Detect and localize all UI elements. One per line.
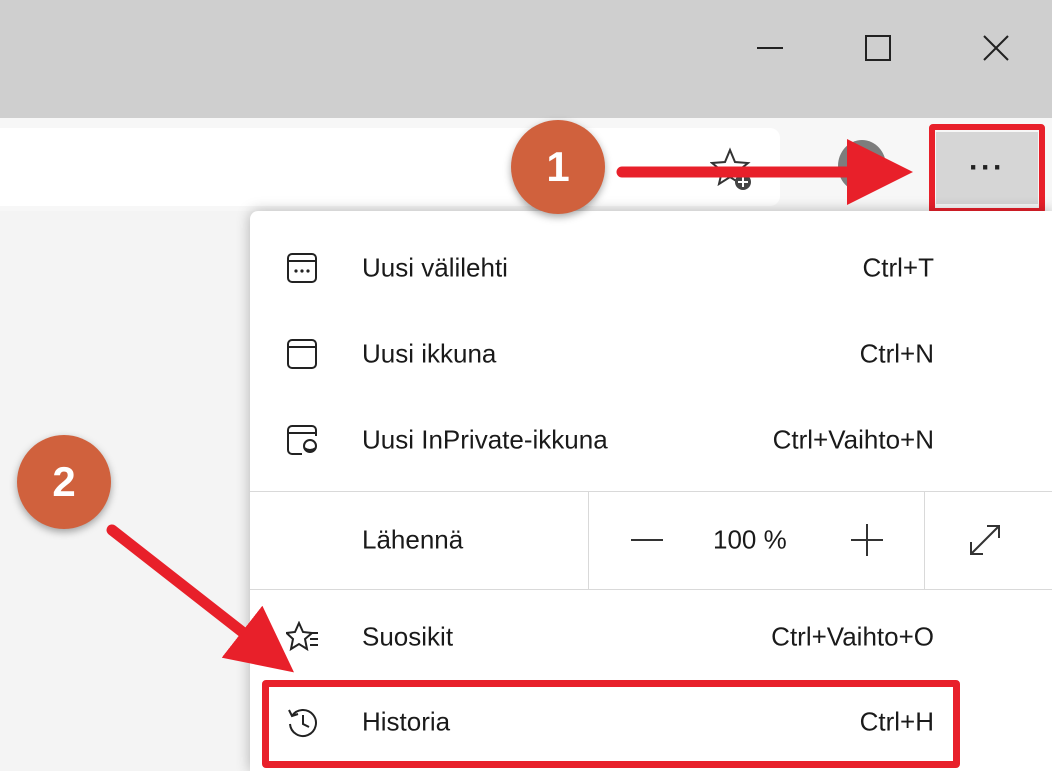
step-badge-2: 2 xyxy=(17,435,111,529)
arrow-step-2 xyxy=(106,524,294,673)
step-number: 2 xyxy=(52,458,76,505)
step-badge-1: 1 xyxy=(511,120,605,214)
annotation-arrows xyxy=(106,139,913,673)
step-number: 1 xyxy=(546,143,570,190)
